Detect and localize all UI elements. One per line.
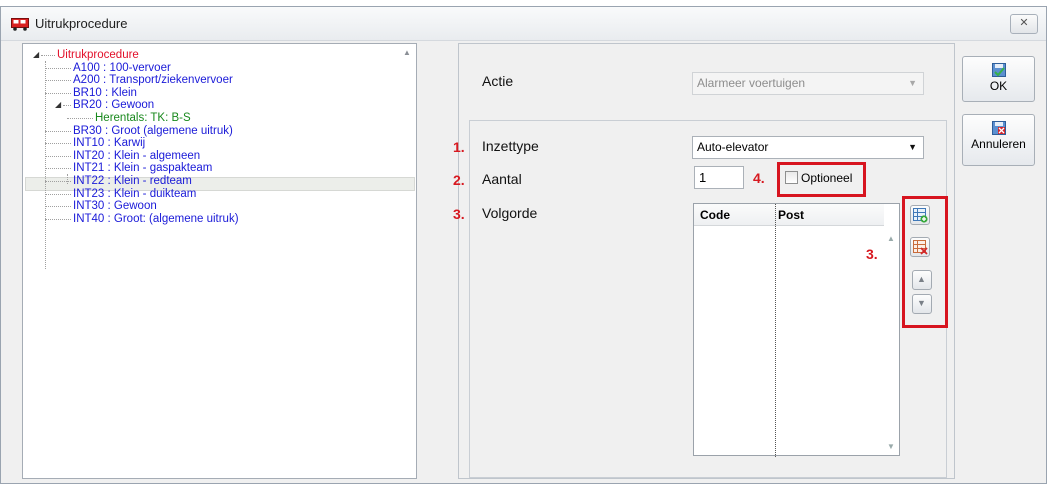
move-up-button[interactable]: ▲ bbox=[912, 270, 932, 290]
tree-item[interactable]: INT40 : Groot: (algemene uitruk) bbox=[23, 213, 403, 226]
ok-button[interactable]: OK bbox=[962, 56, 1035, 102]
cancel-label: Annuleren bbox=[971, 137, 1026, 151]
annotation-3: 3. bbox=[453, 206, 465, 222]
procedure-tree[interactable]: ▲ ◢ Uitrukprocedure A100 : 100-vervoer A… bbox=[22, 43, 417, 479]
tree-list: ◢ Uitrukprocedure A100 : 100-vervoer A20… bbox=[23, 49, 403, 225]
optioneel-label: Optioneel bbox=[801, 171, 853, 185]
annotation-1: 1. bbox=[453, 139, 465, 155]
tree-item-selected[interactable]: Herentals: TK: B-S bbox=[23, 112, 403, 125]
tree-item[interactable]: INT22 : Klein - redteam bbox=[23, 175, 403, 188]
annotation-3b: 3. bbox=[866, 246, 878, 262]
tree-item[interactable]: INT23 : Klein - duikteam bbox=[23, 188, 403, 201]
delete-row-button[interactable] bbox=[910, 237, 930, 257]
annotation-4: 4. bbox=[753, 170, 765, 186]
cancel-icon bbox=[991, 121, 1006, 135]
actie-value: Alarmeer voertuigen bbox=[697, 76, 806, 90]
tree-item[interactable]: INT10 : Karwij bbox=[23, 137, 403, 150]
close-icon: ✕ bbox=[1019, 17, 1029, 29]
truck-icon bbox=[11, 18, 29, 31]
grid-scrollbar[interactable]: ▲ ▼ bbox=[883, 226, 899, 455]
collapse-arrow-icon[interactable]: ◢ bbox=[33, 51, 41, 59]
grid-header: Code Post bbox=[694, 204, 884, 226]
tree-item[interactable]: INT21 : Klein - gaspakteam bbox=[23, 162, 403, 175]
tree-item[interactable]: BR10 : Klein bbox=[23, 87, 403, 100]
volgorde-label: Volgorde bbox=[482, 205, 538, 221]
actie-dropdown[interactable]: Alarmeer voertuigen ▼ bbox=[692, 72, 924, 95]
tree-item[interactable]: INT30 : Gewoon bbox=[23, 200, 403, 213]
tree-item[interactable]: BR30 : Groot (algemene uitruk) bbox=[23, 125, 403, 138]
aantal-label: Aantal bbox=[482, 171, 522, 187]
tree-item[interactable]: ◢ BR20 : Gewoon bbox=[23, 99, 403, 112]
aantal-input[interactable]: 1 bbox=[694, 166, 744, 189]
move-down-icon: ▼ bbox=[917, 298, 926, 308]
column-separator bbox=[775, 204, 776, 457]
move-down-button[interactable]: ▼ bbox=[912, 294, 932, 314]
volgorde-grid[interactable]: Code Post ▲ ▼ bbox=[693, 203, 900, 457]
chevron-down-icon: ▼ bbox=[908, 78, 917, 88]
annotation-2: 2. bbox=[453, 172, 465, 188]
inzettype-dropdown[interactable]: Auto-elevator ▼ bbox=[692, 136, 924, 159]
optioneel-checkbox[interactable] bbox=[785, 171, 798, 184]
chevron-down-icon: ▼ bbox=[908, 142, 917, 152]
scroll-up-icon[interactable]: ▲ bbox=[883, 234, 899, 243]
add-row-button[interactable] bbox=[910, 205, 930, 225]
column-header-code[interactable]: Code bbox=[700, 208, 730, 222]
scroll-down-icon[interactable]: ▼ bbox=[883, 442, 899, 451]
save-check-icon bbox=[991, 63, 1006, 77]
window-title: Uitrukprocedure bbox=[35, 16, 128, 31]
collapse-arrow-icon[interactable]: ◢ bbox=[55, 101, 63, 109]
delete-row-icon bbox=[913, 240, 928, 255]
inzettype-label: Inzettype bbox=[482, 138, 539, 154]
move-up-icon: ▲ bbox=[917, 274, 926, 284]
inzettype-value: Auto-elevator bbox=[697, 140, 769, 154]
tree-item[interactable]: A200 : Transport/ziekenvervoer bbox=[23, 74, 403, 87]
column-header-post[interactable]: Post bbox=[778, 208, 804, 222]
title-bar: Uitrukprocedure ✕ bbox=[1, 7, 1046, 41]
tree-item[interactable]: INT20 : Klein - algemeen bbox=[23, 150, 403, 163]
add-row-icon bbox=[913, 208, 928, 223]
actie-label: Actie bbox=[482, 73, 514, 89]
tree-item[interactable]: A100 : 100-vervoer bbox=[23, 62, 403, 75]
tree-root[interactable]: ◢ Uitrukprocedure bbox=[23, 49, 403, 62]
cancel-button[interactable]: Annuleren bbox=[962, 114, 1035, 166]
close-button[interactable]: ✕ bbox=[1010, 14, 1038, 34]
ok-label: OK bbox=[989, 79, 1008, 93]
